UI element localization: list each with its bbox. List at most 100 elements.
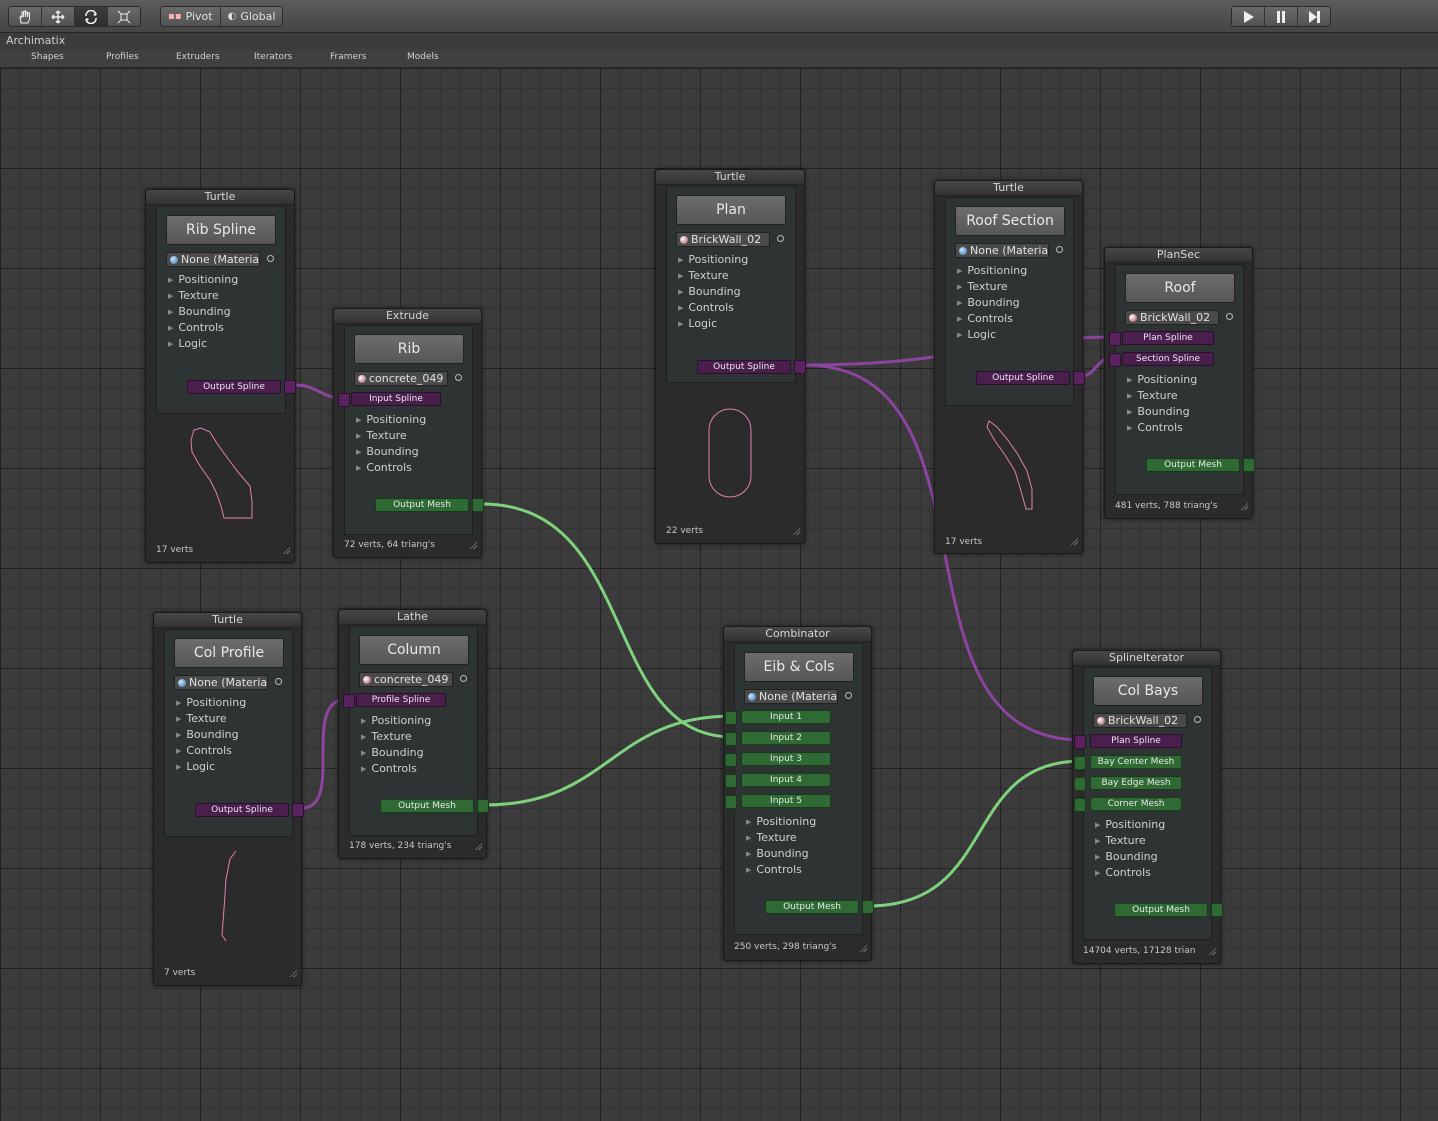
profile-spline-connector[interactable] [343,694,355,708]
resize-grip-icon[interactable] [289,969,297,977]
output-spline-port[interactable]: Output Spline [976,371,1070,385]
foldout-texture[interactable]: Texture [168,289,218,302]
output-spline-connector[interactable] [292,803,304,817]
material-field[interactable]: None (Material [166,252,260,267]
material-field[interactable]: BrickWall_02 [1093,713,1187,728]
node-roof-section[interactable]: Turtle Roof Section None (Material Posit… [934,180,1085,554]
foldout-bounding[interactable]: Bounding [957,296,1019,309]
foldout-texture[interactable]: Texture [361,730,411,743]
foldout-texture[interactable]: Texture [1095,834,1145,847]
foldout-texture[interactable]: Texture [957,280,1007,293]
profile-spline-port[interactable]: Profile Spline [356,693,446,707]
node-rib-spline[interactable]: Turtle Rib Spline None (Material Positio… [145,189,296,563]
foldout-positioning[interactable]: Positioning [678,253,748,266]
foldout-bounding[interactable]: Bounding [176,728,238,741]
output-spline-port[interactable]: Output Spline [697,360,791,374]
foldout-controls[interactable]: Controls [1095,866,1151,879]
input-spline-connector[interactable] [338,393,350,407]
material-field[interactable]: BrickWall_02 [676,232,770,247]
foldout-controls[interactable]: Controls [957,312,1013,325]
node-col-bays[interactable]: SplineIterator Col Bays BrickWall_02 Pla… [1072,650,1223,964]
foldout-positioning[interactable]: Positioning [361,714,431,727]
foldout-controls[interactable]: Controls [678,301,734,314]
resize-grip-icon[interactable] [859,944,867,952]
foldout-positioning[interactable]: Positioning [1127,373,1197,386]
section-spline-port[interactable]: Section Spline [1122,352,1214,366]
input-1-port[interactable]: Input 1 [741,710,831,724]
node-name-button[interactable]: Roof [1125,273,1235,303]
tab-shapes[interactable]: Shapes [31,52,64,62]
resize-grip-icon[interactable] [792,527,800,535]
output-mesh-connector[interactable] [1243,458,1255,472]
resize-grip-icon[interactable] [1240,502,1248,510]
foldout-controls[interactable]: Controls [361,762,417,775]
node-name-button[interactable]: Rib [354,334,464,364]
plan-spline-connector[interactable] [1074,735,1086,749]
node-name-button[interactable]: Roof Section [955,206,1065,236]
bay-center-mesh-connector[interactable] [1074,756,1086,770]
input-4-port[interactable]: Input 4 [741,773,831,787]
bay-edge-mesh-port[interactable]: Bay Edge Mesh [1090,776,1182,790]
plan-spline-port[interactable]: Plan Spline [1122,331,1214,345]
object-picker-icon[interactable] [1226,313,1233,320]
object-picker-icon[interactable] [275,678,282,685]
foldout-controls[interactable]: Controls [168,321,224,334]
resize-grip-icon[interactable] [1208,947,1216,955]
object-picker-icon[interactable] [1056,246,1063,253]
material-field[interactable]: BrickWall_02 [1125,310,1219,325]
plan-spline-port[interactable]: Plan Spline [1090,734,1182,748]
foldout-texture[interactable]: Texture [746,831,796,844]
section-spline-connector[interactable] [1109,353,1121,367]
foldout-positioning[interactable]: Positioning [168,273,238,286]
bay-center-mesh-port[interactable]: Bay Center Mesh [1090,755,1182,769]
rotate-icon[interactable] [75,7,108,26]
foldout-positioning[interactable]: Positioning [746,815,816,828]
output-mesh-port[interactable]: Output Mesh [765,900,859,914]
global-button[interactable]: ◐ Global [221,7,283,26]
foldout-bounding[interactable]: Bounding [356,445,418,458]
resize-grip-icon[interactable] [282,546,290,554]
foldout-texture[interactable]: Texture [678,269,728,282]
foldout-bounding[interactable]: Bounding [168,305,230,318]
output-mesh-connector[interactable] [477,799,489,813]
foldout-bounding[interactable]: Bounding [678,285,740,298]
material-field[interactable]: None (Material [955,243,1049,258]
node-plan[interactable]: Turtle Plan BrickWall_02 Positioning Tex… [655,169,806,544]
tab-profiles[interactable]: Profiles [106,52,139,62]
node-roof[interactable]: PlanSec Roof BrickWall_02 Plan Spline Se… [1104,247,1255,519]
foldout-logic[interactable]: Logic [957,328,996,341]
node-name-button[interactable]: Plan [676,195,786,225]
foldout-texture[interactable]: Texture [176,712,226,725]
node-name-button[interactable]: Eib & Cols [744,652,854,682]
input-5-connector[interactable] [725,795,737,809]
foldout-controls[interactable]: Controls [176,744,232,757]
node-name-button[interactable]: Column [359,635,469,665]
foldout-bounding[interactable]: Bounding [746,847,808,860]
foldout-controls[interactable]: Controls [356,461,412,474]
move-icon[interactable] [42,7,75,26]
input-spline-port[interactable]: Input Spline [351,392,441,406]
input-4-connector[interactable] [725,774,737,788]
output-spline-connector[interactable] [284,380,296,394]
foldout-positioning[interactable]: Positioning [1095,818,1165,831]
resize-grip-icon[interactable] [474,842,482,850]
output-spline-connector[interactable] [794,360,806,374]
output-mesh-connector[interactable] [472,498,484,512]
object-picker-icon[interactable] [777,235,784,242]
pause-icon[interactable] [1265,7,1298,26]
foldout-logic[interactable]: Logic [168,337,207,350]
tab-framers[interactable]: Framers [330,52,366,62]
output-mesh-port[interactable]: Output Mesh [375,498,469,512]
foldout-bounding[interactable]: Bounding [361,746,423,759]
object-picker-icon[interactable] [455,374,462,381]
foldout-texture[interactable]: Texture [356,429,406,442]
tab-extruders[interactable]: Extruders [176,52,220,62]
input-2-port[interactable]: Input 2 [741,731,831,745]
object-picker-icon[interactable] [845,692,852,699]
output-spline-port[interactable]: Output Spline [187,380,281,394]
corner-mesh-connector[interactable] [1074,798,1086,812]
foldout-positioning[interactable]: Positioning [176,696,246,709]
input-3-port[interactable]: Input 3 [741,752,831,766]
material-field[interactable]: None (Material [174,675,268,690]
input-3-connector[interactable] [725,753,737,767]
